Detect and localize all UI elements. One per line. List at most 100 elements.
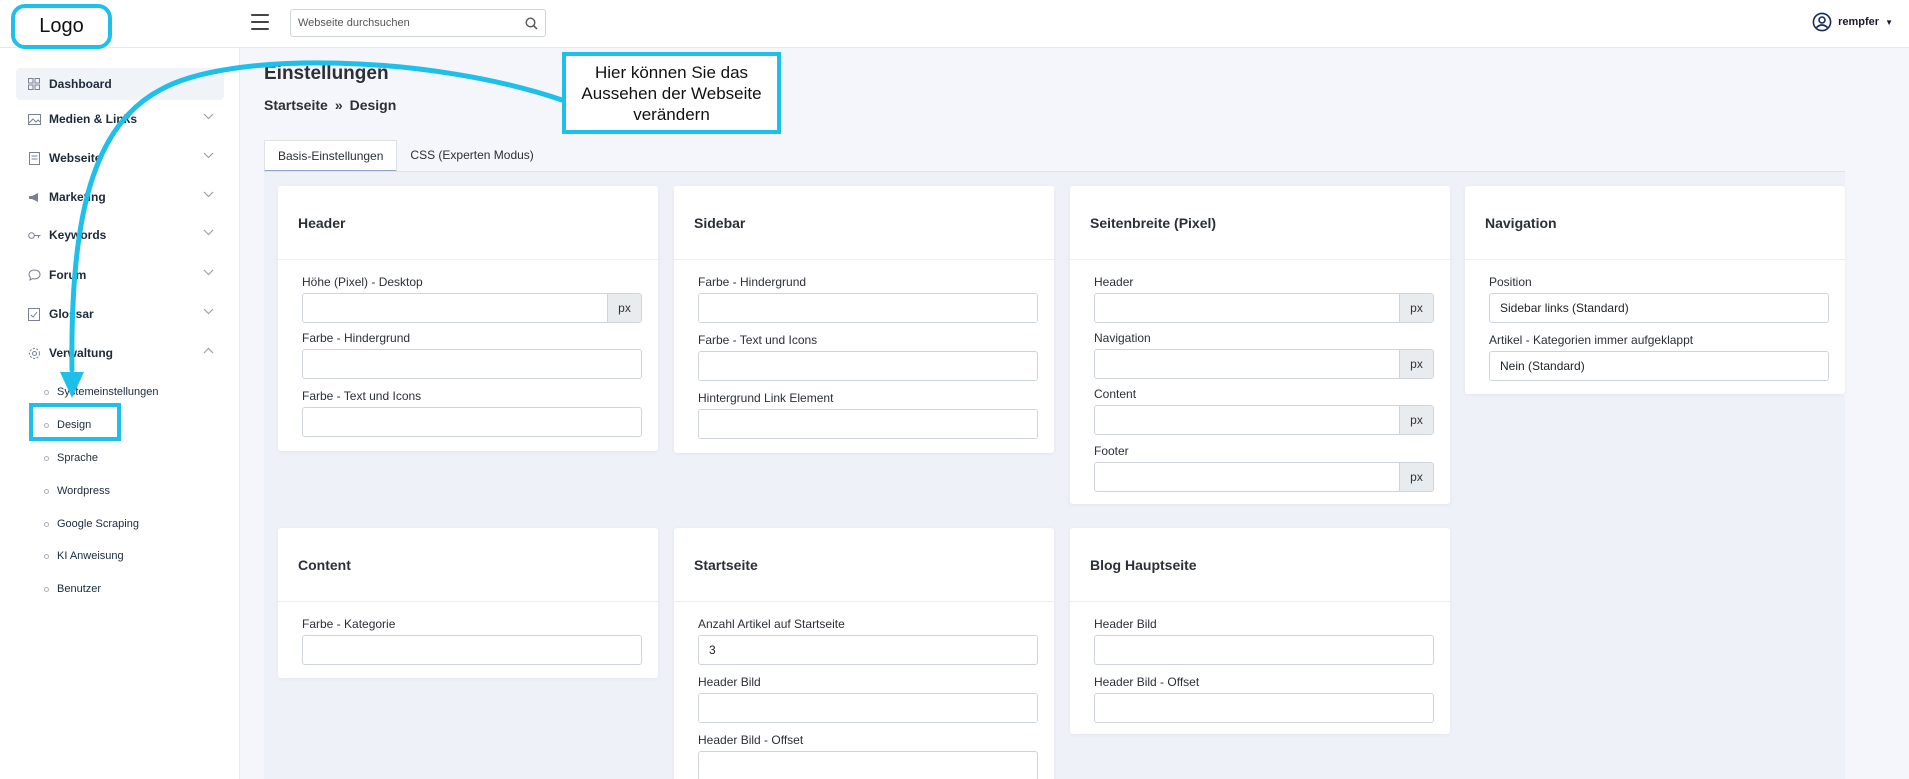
chevron-down-icon [203, 113, 214, 120]
header-farbe-text-input[interactable] [303, 408, 641, 436]
field-header-bild-offset: Header Bild - Offset [698, 733, 1038, 779]
header-farbe-hintergrund-input[interactable] [303, 350, 641, 378]
sidebar-item-verwaltung[interactable]: Verwaltung [16, 337, 224, 369]
content-width-input[interactable] [1095, 406, 1399, 434]
breadcrumb-home[interactable]: Startseite [264, 97, 328, 113]
field-farbe-hintergrund: Farbe - Hindergrund [302, 331, 642, 379]
field-header-bild-offset: Header Bild - Offset [1094, 675, 1434, 723]
chevron-down-icon [203, 191, 214, 198]
sidebar-item-dashboard[interactable]: Dashboard [16, 68, 224, 100]
tab-basis-einstellungen[interactable]: Basis-Einstellungen [264, 140, 398, 172]
sidebar-item-label: Medien & Links [49, 112, 138, 126]
field-label: Navigation [1094, 331, 1151, 345]
page-icon [27, 151, 41, 165]
logo[interactable]: Logo [11, 4, 112, 49]
field-label: Header Bild [1094, 617, 1157, 631]
sidebar-item-webseite[interactable]: Webseite [16, 142, 224, 174]
sidebar-item-label: Dashboard [49, 77, 112, 91]
chat-icon [27, 268, 41, 282]
startseite-header-bild-input[interactable] [699, 694, 1037, 722]
search-icon[interactable] [517, 10, 545, 36]
field-content-width: Content px [1094, 387, 1434, 435]
sidebar-subitem-systemeinstellungen[interactable]: Systemeinstellungen [44, 382, 159, 402]
hoehe-desktop-input[interactable] [303, 294, 607, 322]
field-label: Footer [1094, 444, 1129, 458]
sidebar-subitem-google-scraping[interactable]: Google Scraping [44, 514, 139, 534]
position-select[interactable] [1490, 294, 1828, 322]
sidebar-item-medien-links[interactable]: Medien & Links [16, 103, 224, 135]
sidebar-item-label: Forum [49, 268, 87, 282]
field-label: Artikel - Kategorien immer aufgeklappt [1489, 333, 1694, 347]
sidebar-subitem-benutzer[interactable]: Benutzer [44, 579, 101, 599]
header-width-input[interactable] [1095, 294, 1399, 322]
footer-width-input[interactable] [1095, 463, 1399, 491]
card-startseite: Startseite Anzahl Artikel auf Startseite… [674, 528, 1054, 779]
bullet-icon [44, 586, 49, 592]
kategorien-aufgeklappt-select[interactable] [1490, 352, 1828, 380]
chevron-up-icon [203, 347, 214, 354]
card-title: Content [278, 528, 658, 602]
subitem-label: Benutzer [57, 583, 102, 595]
farbe-kategorie-input[interactable] [303, 636, 641, 664]
caret-down-icon: ▼ [1885, 17, 1893, 27]
px-addon: px [1399, 350, 1433, 378]
gear-icon [27, 346, 41, 360]
field-label: Header Bild [698, 675, 761, 689]
sidebar-subitem-wordpress[interactable]: Wordpress [44, 481, 110, 501]
tab-css-experten-modus[interactable]: CSS (Experten Modus) [397, 140, 546, 172]
sidebar-subitem-ki-anweisung[interactable]: KI Anweisung [44, 546, 124, 566]
blog-header-bild-input[interactable] [1095, 636, 1433, 664]
blog-header-bild-offset-input[interactable] [1095, 694, 1433, 722]
search-input[interactable] [291, 10, 517, 36]
field-hoehe-desktop: Höhe (Pixel) - Desktop px [302, 275, 642, 323]
field-kategorien-aufgeklappt: Artikel - Kategorien immer aufgeklappt [1489, 333, 1829, 381]
tab-bar: Basis-Einstellungen CSS (Experten Modus) [264, 140, 547, 172]
field-header-width: Header px [1094, 275, 1434, 323]
sidebar-item-label: Keywords [49, 228, 107, 242]
anzahl-artikel-input[interactable] [699, 636, 1037, 664]
field-label: Position [1489, 275, 1532, 289]
field-label: Header Bild - Offset [1094, 675, 1200, 689]
sidebar-farbe-hintergrund-input[interactable] [699, 294, 1037, 322]
field-farbe-text-icons: Farbe - Text und Icons [698, 333, 1038, 381]
sidebar-item-marketing[interactable]: Marketing [16, 181, 224, 213]
username: rempfer [1838, 16, 1880, 28]
startseite-header-bild-offset-input[interactable] [699, 752, 1037, 779]
card-header: Header Höhe (Pixel) - Desktop px Farbe -… [278, 186, 658, 451]
menu-toggle-icon[interactable] [251, 14, 269, 30]
field-label: Farbe - Text und Icons [698, 333, 818, 347]
sidebar-item-glossar[interactable]: Glossar [16, 298, 224, 330]
px-addon: px [1399, 294, 1433, 322]
subitem-label: Wordpress [57, 485, 110, 497]
field-farbe-text-icons: Farbe - Text und Icons [302, 389, 642, 437]
breadcrumb: Startseite » Design [264, 97, 396, 113]
field-label: Farbe - Hindergrund [698, 275, 807, 289]
field-hintergrund-link: Hintergrund Link Element [698, 391, 1038, 439]
field-farbe-kategorie: Farbe - Kategorie [302, 617, 642, 665]
sidebar-item-label: Verwaltung [49, 346, 114, 360]
card-title: Navigation [1465, 186, 1845, 260]
sidebar-subitem-sprache[interactable]: Sprache [44, 448, 98, 468]
sidebar-item-label: Marketing [49, 190, 106, 204]
sidebar-farbe-text-input[interactable] [699, 352, 1037, 380]
card-seitenbreite: Seitenbreite (Pixel) Header px Navigatio… [1070, 186, 1450, 504]
field-label: Header [1094, 275, 1134, 289]
top-bar: rempfer ▼ [0, 0, 1909, 48]
field-navigation-width: Navigation px [1094, 331, 1434, 379]
field-label: Farbe - Text und Icons [302, 389, 422, 403]
field-header-bild: Header Bild [698, 675, 1038, 723]
grid-icon [27, 77, 41, 91]
user-menu[interactable]: rempfer ▼ [1812, 12, 1893, 32]
sidebar-hintergrund-link-input[interactable] [699, 410, 1037, 438]
user-circle-icon [1812, 12, 1832, 32]
field-label: Farbe - Hindergrund [302, 331, 411, 345]
field-label: Höhe (Pixel) - Desktop [302, 275, 423, 289]
navigation-width-input[interactable] [1095, 350, 1399, 378]
image-icon [27, 112, 41, 126]
field-header-bild: Header Bild [1094, 617, 1434, 665]
breadcrumb-separator: » [334, 97, 343, 113]
page-title: Einstellungen [264, 63, 389, 84]
annotation-callout: Hier können Sie das Aussehen der Webseit… [562, 52, 781, 134]
sidebar-item-forum[interactable]: Forum [16, 259, 224, 291]
sidebar-item-keywords[interactable]: Keywords [16, 219, 224, 251]
